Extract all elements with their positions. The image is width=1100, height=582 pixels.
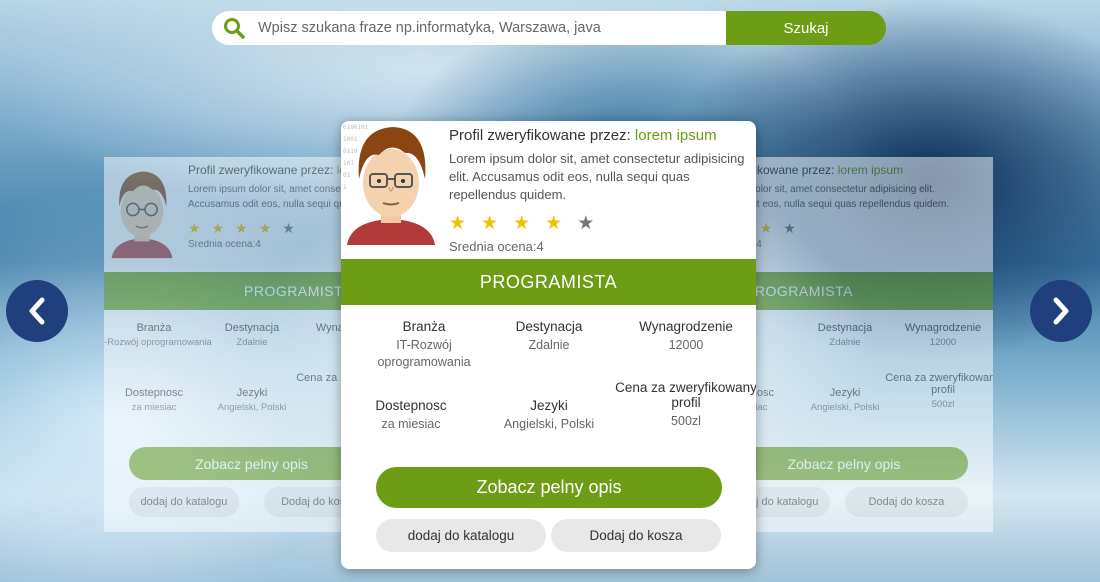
star-rating: ★ ★ ★ ★ ★: [449, 212, 749, 235]
star-icon: ★: [513, 213, 531, 234]
detail-value: 500zl: [671, 414, 701, 428]
detail-label: Cena za zweryfikowany profil: [615, 380, 756, 410]
detail-cena: Cena za zweryfikowany profil 500zl: [611, 380, 756, 430]
detail-dostepnosc: Dostepnosc za miesiac: [341, 398, 481, 433]
svg-text:0110: 0110: [343, 148, 358, 155]
search-input[interactable]: [256, 12, 726, 44]
avatar: [104, 157, 180, 265]
search-icon[interactable]: [212, 11, 256, 45]
star-icon: ★: [783, 220, 796, 236]
svg-text:1001: 1001: [343, 136, 358, 143]
detail-label: Branża: [402, 319, 446, 334]
detail-label: Cena za zweryfikowany profil: [885, 372, 993, 396]
detail-cena: Cena za zweryfikowany profil 500zl: [883, 372, 993, 412]
svg-text:0100101: 0100101: [343, 124, 369, 131]
profile-header: 0100101 1001 0110 101 01 1 Profil zweryfikowa…: [341, 121, 756, 259]
star-icon: ★: [235, 220, 248, 236]
star-icon: ★: [188, 220, 201, 236]
add-to-catalog-button[interactable]: dodaj do katalogu: [129, 487, 239, 517]
profile-description: Lorem ipsum dolor sit, amet consectetur …: [449, 151, 745, 202]
svg-text:1: 1: [343, 184, 347, 191]
carousel-next-button[interactable]: [1030, 280, 1092, 342]
verified-name[interactable]: lorem ipsum: [635, 127, 717, 144]
add-to-catalog-button[interactable]: dodaj do katalogu: [376, 519, 546, 552]
details-grid: Branża IT-Rozwój oprogramowania Destynac…: [341, 305, 756, 455]
detail-branza: Branża IT-Rozwój oprogramowania: [354, 319, 494, 371]
search-box: [212, 11, 726, 45]
star-icon: ★: [481, 213, 499, 234]
detail-value: Zdalnie: [528, 338, 570, 352]
verified-line: Profil zweryfikowane przez: lorem ipsum: [449, 127, 749, 144]
svg-text:01: 01: [343, 172, 351, 179]
role-banner: PROGRAMISTA: [341, 259, 756, 305]
star-icon: ★: [759, 220, 773, 236]
detail-wynagrodzenie: Wynagrodzenie 12000: [883, 322, 993, 350]
add-to-cart-button[interactable]: Dodaj do kosza: [845, 487, 968, 517]
chevron-left-icon: [29, 297, 45, 325]
detail-wynagrodzenie: Wynagrodzenie 12000: [616, 319, 756, 354]
detail-label: Wynagrodzenie: [639, 319, 733, 334]
detail-value: za miesiac: [381, 417, 441, 431]
search-button[interactable]: Szukaj: [726, 11, 886, 45]
star-icon: ★: [211, 220, 225, 236]
view-full-description-button[interactable]: Zobacz pelny opis: [376, 467, 722, 508]
star-icon: ★: [282, 220, 295, 236]
carousel-prev-button[interactable]: [6, 280, 68, 342]
star-icon: ★: [545, 213, 563, 234]
avatar: 0100101 1001 0110 101 01 1: [341, 121, 441, 245]
chevron-right-icon: [1053, 297, 1069, 325]
star-icon: ★: [577, 213, 595, 234]
svg-text:101: 101: [343, 160, 354, 167]
detail-value: IT-Rozwój oprogramowania: [377, 338, 471, 369]
detail-value: Angielski, Polski: [503, 417, 595, 431]
star-icon: ★: [258, 220, 272, 236]
verified-prefix: Profil zweryfikowane przez:: [188, 163, 334, 177]
profile-info: Profil zweryfikowane przez: lorem ipsum …: [441, 121, 749, 259]
detail-label: Dostepnosc: [375, 398, 447, 413]
detail-label: Destynacja: [515, 319, 583, 334]
search-bar: Szukaj: [212, 11, 886, 45]
detail-jezyki: Jezyki Angielski, Polski: [479, 398, 619, 433]
verified-prefix: Profil zweryfikowane przez:: [449, 127, 631, 144]
rating-label: Srednia ocena:4: [449, 239, 544, 254]
detail-destynacja: Destynacja Zdalnie: [479, 319, 619, 354]
profile-card-main: 0100101 1001 0110 101 01 1 Profil zweryfikowa…: [341, 121, 756, 569]
detail-value: 500zl: [931, 399, 955, 410]
detail-value: 12000: [668, 338, 704, 352]
view-full-description-button[interactable]: Zobacz pelny opis: [129, 447, 374, 480]
view-full-description-button[interactable]: Zobacz pelny opis: [720, 447, 968, 480]
detail-value: 12000: [929, 337, 957, 348]
detail-label: Wynagrodzenie: [904, 322, 982, 334]
verified-name[interactable]: lorem ipsum: [838, 163, 903, 177]
star-icon: ★: [449, 213, 467, 234]
detail-label: Jezyki: [530, 398, 568, 413]
add-to-cart-button[interactable]: Dodaj do kosza: [551, 519, 721, 552]
